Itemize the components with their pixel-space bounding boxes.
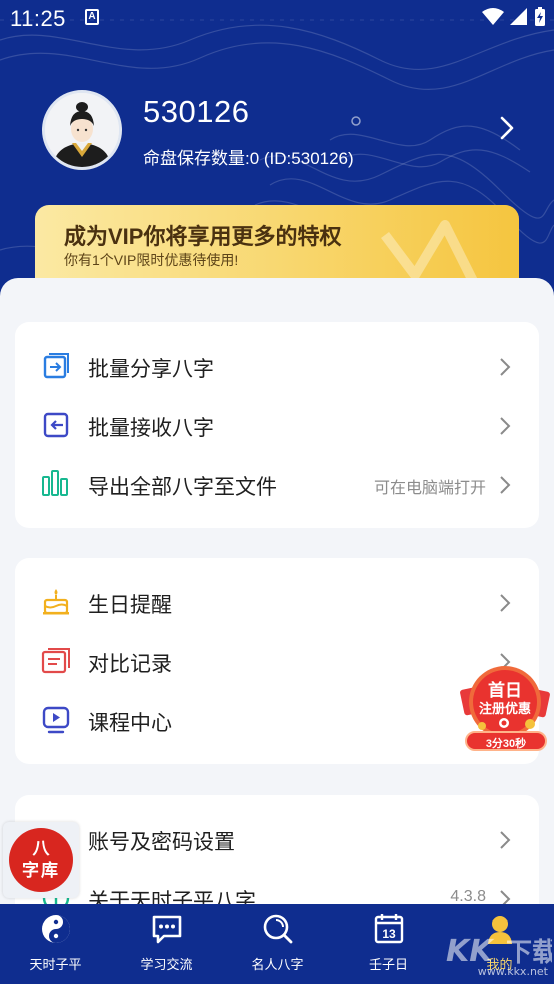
bazi-library-logo: 八 字库 xyxy=(9,828,73,892)
profile-chevron-right-icon[interactable] xyxy=(500,116,514,140)
user-id: 530126 xyxy=(143,94,250,129)
signal-icon xyxy=(510,8,527,25)
tab-label: 学习交流 xyxy=(140,957,193,972)
svg-text:下载: 下载 xyxy=(506,938,552,968)
compare-record-icon xyxy=(41,648,70,674)
menu-item-label: 批量分享八字 xyxy=(88,358,214,381)
tab-label: 名人八字 xyxy=(251,957,304,972)
bazi-fab-line2: 字库 xyxy=(22,861,60,880)
avatar-figure-icon xyxy=(45,93,119,167)
menu-item-label: 导出全部八字至文件 xyxy=(88,476,277,499)
menu-item-label: 课程中心 xyxy=(88,712,172,735)
promo-line2: 注册优惠 xyxy=(478,701,531,716)
menu-item-hint: 可在电脑端打开 xyxy=(373,480,486,497)
first-day-promo-badge[interactable]: 首日 注册优惠 3分30秒 xyxy=(460,660,550,756)
tab-renzi-day[interactable]: 13 壬子日 xyxy=(333,904,444,984)
calendar-icon: 13 xyxy=(374,914,403,944)
export-chart-icon xyxy=(42,470,68,496)
chevron-right-icon xyxy=(500,594,511,612)
status-icons xyxy=(482,7,546,27)
receive-icon xyxy=(43,412,69,438)
tab-celebrity-bazi[interactable]: 名人八字 xyxy=(222,904,333,984)
svg-text:KK: KK xyxy=(446,934,495,969)
watermark-url: www.kkx.net xyxy=(477,965,548,978)
chat-icon xyxy=(152,915,181,944)
menu-item-account-settings[interactable]: 账号及密码设置 xyxy=(15,810,539,868)
birthday-cake-icon xyxy=(43,589,69,615)
menu-item-batch-receive[interactable]: 批量接收八字 xyxy=(15,396,539,454)
video-play-icon xyxy=(42,706,70,734)
calendar-day-number: 13 xyxy=(382,927,396,941)
chevron-right-icon xyxy=(500,417,511,435)
tab-study-exchange[interactable]: 学习交流 xyxy=(111,904,222,984)
menu-item-label: 对比记录 xyxy=(88,653,172,676)
chevron-right-icon xyxy=(500,831,511,849)
menu-item-label: 账号及密码设置 xyxy=(88,831,235,854)
chevron-right-icon xyxy=(500,358,511,376)
notification-icon: A xyxy=(85,9,99,25)
watermark: KK 下载 www.kkx.net xyxy=(440,925,552,981)
tab-tianshi-ziping[interactable]: 天时子平 xyxy=(0,904,111,984)
avatar[interactable] xyxy=(42,90,122,170)
status-bar: 11:25 A xyxy=(0,0,554,36)
menu-item-birthday-reminder[interactable]: 生日提醒 xyxy=(15,573,539,631)
vip-subtitle: 你有1个VIP限时优惠待使用! xyxy=(64,252,239,268)
share-icon xyxy=(43,353,69,379)
status-time: 11:25 xyxy=(10,6,66,31)
menu-item-export-all[interactable]: 导出全部八字至文件 可在电脑端打开 xyxy=(15,455,539,513)
menu-card-data: 批量分享八字 批量接收八字 导出全部八字至文件 可在电脑端打开 xyxy=(15,322,539,528)
wifi-icon xyxy=(482,8,504,25)
yin-yang-icon xyxy=(41,915,70,943)
vip-title: 成为VIP你将享用更多的特权 xyxy=(64,224,342,249)
tab-label: 壬子日 xyxy=(368,957,408,972)
chart-count-and-id: 命盘保存数量:0 (ID:530126) xyxy=(143,149,354,168)
menu-item-batch-share[interactable]: 批量分享八字 xyxy=(15,337,539,395)
battery-icon xyxy=(535,7,545,26)
chevron-right-icon xyxy=(500,476,511,494)
tab-label: 天时子平 xyxy=(29,957,82,972)
promo-timer: 3分30秒 xyxy=(485,738,527,750)
search-icon xyxy=(263,914,292,944)
menu-item-label: 生日提醒 xyxy=(88,594,172,617)
bazi-library-button[interactable]: 八 字库 xyxy=(3,822,79,898)
menu-item-label: 批量接收八字 xyxy=(88,417,214,440)
